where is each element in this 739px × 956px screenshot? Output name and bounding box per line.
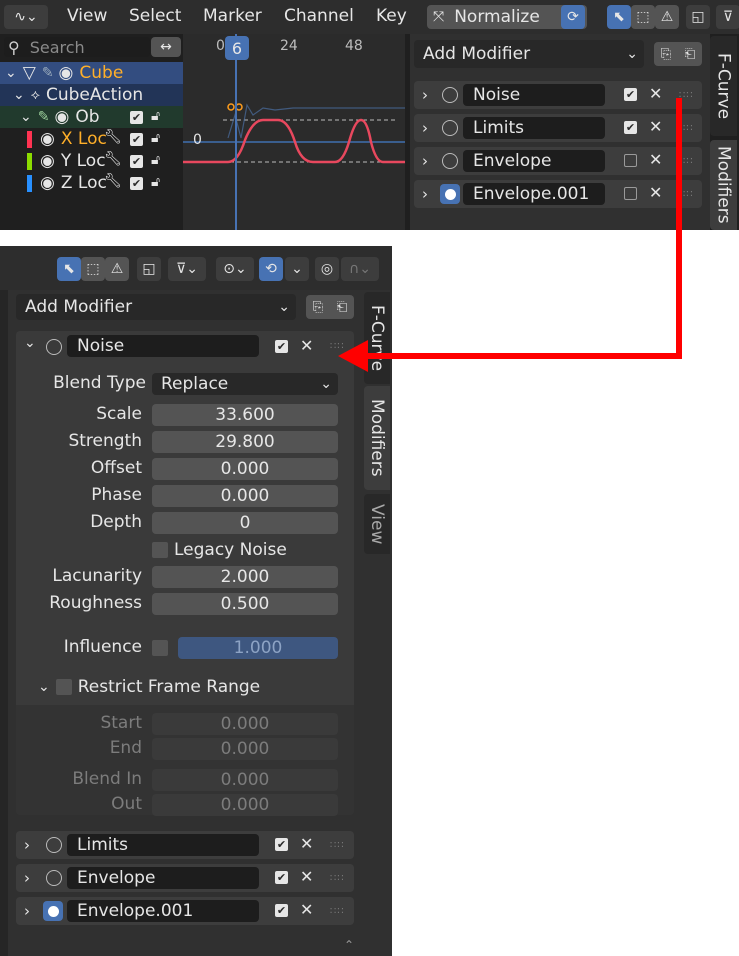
annotation-arrow xyxy=(338,98,682,372)
arrow-line xyxy=(360,98,682,359)
arrow-head xyxy=(338,340,368,372)
